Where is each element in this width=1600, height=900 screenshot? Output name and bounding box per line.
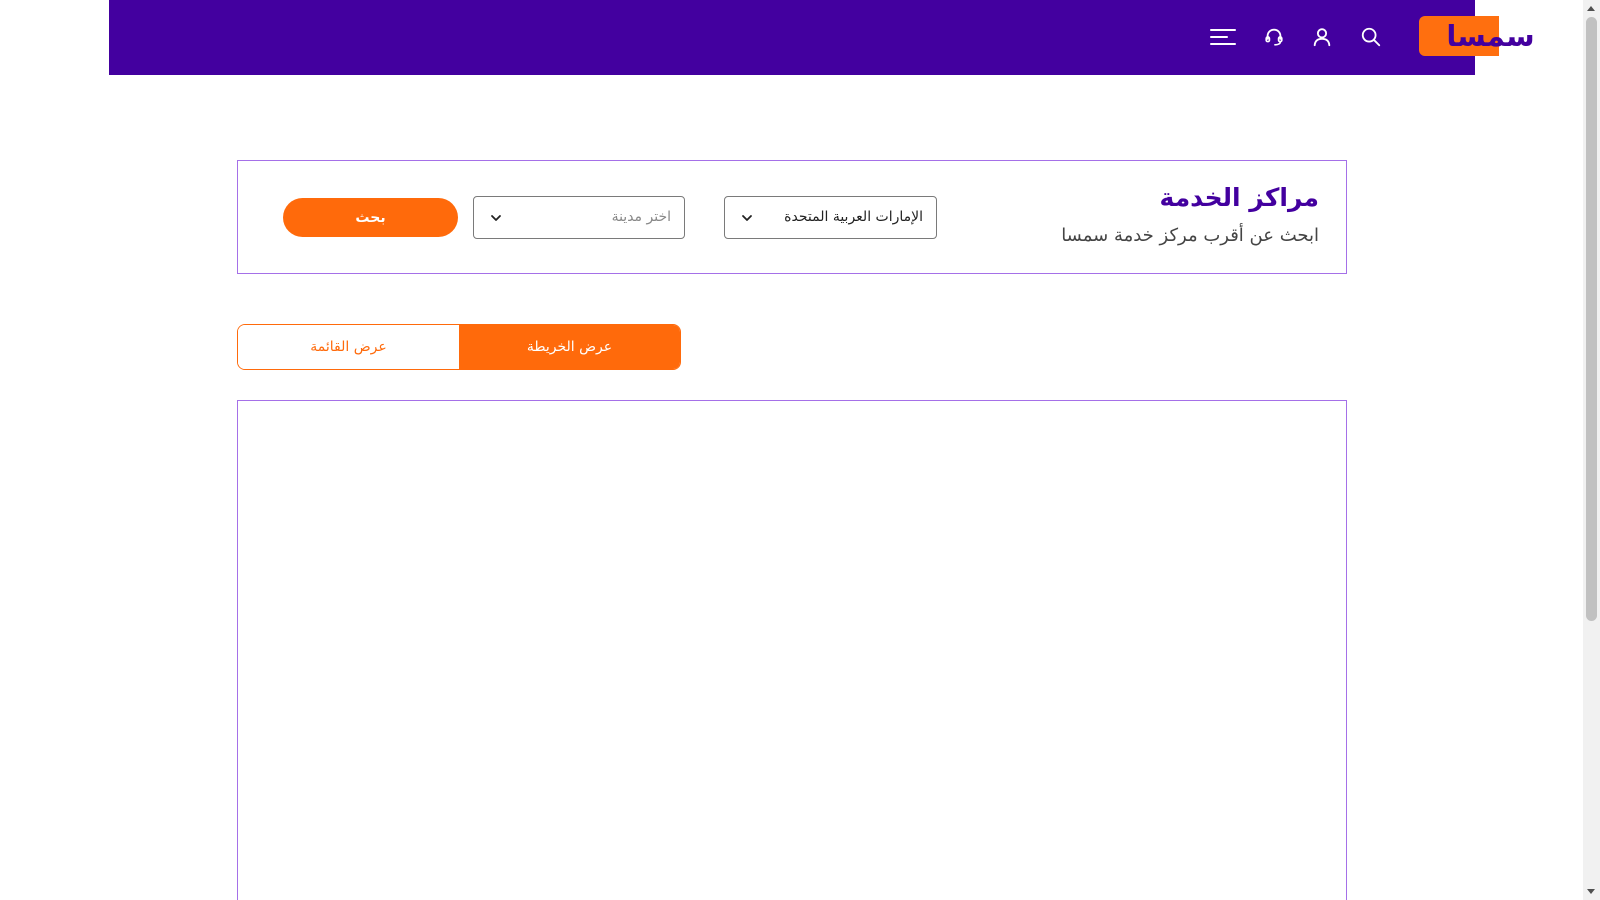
search-icon[interactable] [1358,24,1384,50]
scroll-up-arrow-icon[interactable] [1587,6,1595,11]
page-subtitle: ابحث عن أقرب مركز خدمة سمسا [1061,225,1319,246]
list-view-button[interactable]: عرض القائمة [238,325,459,369]
chevron-down-icon [491,215,501,221]
page: سمسا مراكز الخدمة ابحث عن أقرب مركز خدمة… [0,0,1600,900]
brand-logo[interactable]: سمسا [1419,16,1562,56]
support-headset-icon[interactable] [1261,24,1287,50]
city-select-placeholder: اختر مدينة [611,209,671,225]
country-select[interactable]: الإمارات العربية المتحدة [724,196,937,239]
chevron-down-icon [742,215,752,221]
city-select[interactable]: اختر مدينة [473,196,685,239]
page-title: مراكز الخدمة [1159,183,1319,212]
service-center-search-card: مراكز الخدمة ابحث عن أقرب مركز خدمة سمسا… [237,160,1347,274]
scroll-down-arrow-icon[interactable] [1587,889,1595,894]
search-button[interactable]: بحث [283,198,458,237]
brand-logo-text: سمسا [1446,18,1535,53]
page-scrollbar[interactable] [1583,0,1600,900]
view-toggle: عرض القائمة عرض الخريطة [237,324,681,370]
scrollbar-thumb[interactable] [1586,17,1597,621]
country-select-value: الإمارات العربية المتحدة [784,209,923,225]
map-panel[interactable] [237,400,1347,900]
map-view-button[interactable]: عرض الخريطة [459,325,680,369]
top-header: سمسا [109,0,1562,75]
user-icon[interactable] [1309,24,1335,50]
menu-icon[interactable] [1208,24,1238,50]
